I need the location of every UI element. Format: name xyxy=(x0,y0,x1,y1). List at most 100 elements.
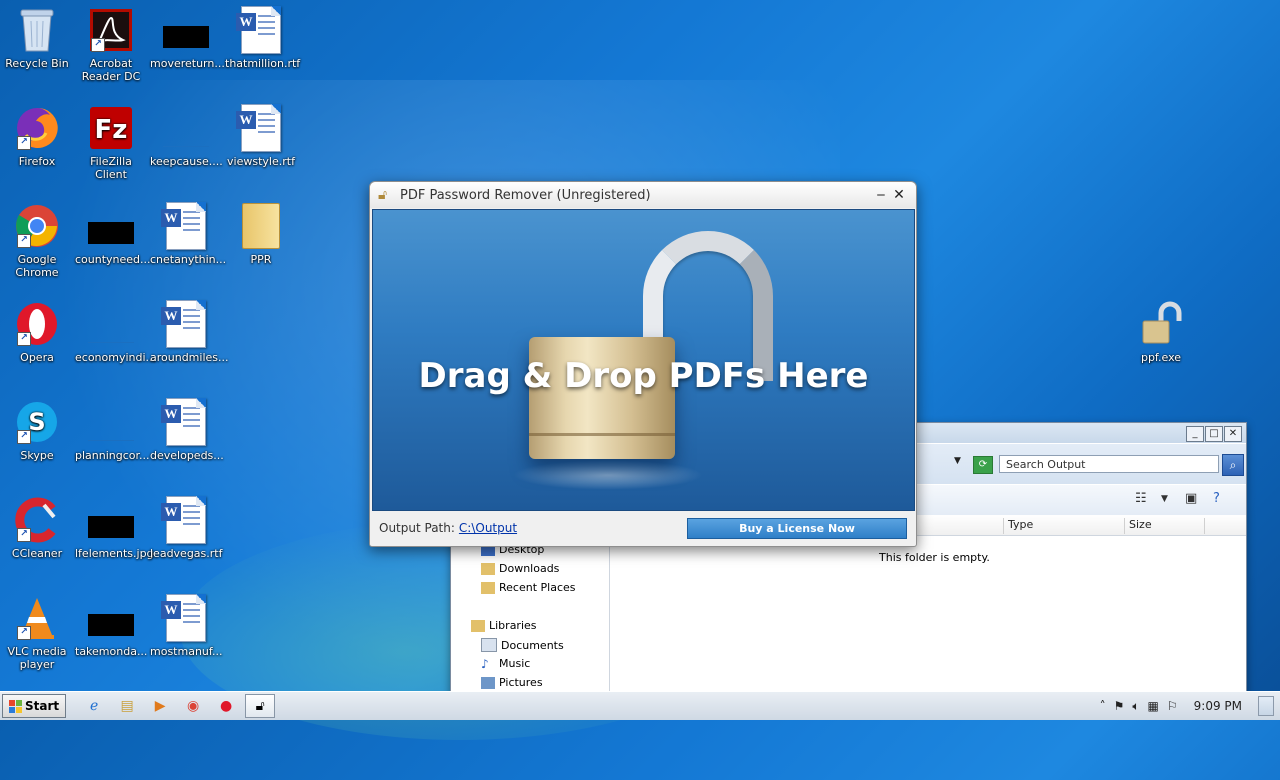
file-explorer-icon[interactable]: ▤ xyxy=(113,695,141,717)
shortcut-arrow-icon: ↗ xyxy=(17,234,31,248)
image-file-icon xyxy=(162,6,210,54)
desktop-icon-leadvegas[interactable]: W leadvegas.rtf xyxy=(149,496,223,560)
shortcut-arrow-icon: ↗ xyxy=(17,528,31,542)
clock[interactable]: 9:09 PM xyxy=(1194,699,1242,713)
desktop-icon-keepcause[interactable]: keepcause.... xyxy=(149,104,223,168)
close-button[interactable]: ✕ xyxy=(1224,426,1242,442)
nav-label: Documents xyxy=(501,638,564,652)
padlock-icon xyxy=(1137,300,1185,348)
chrome-icon: ↗ xyxy=(13,202,61,250)
desktop-icon-developeds[interactable]: W developeds... xyxy=(149,398,224,462)
refresh-icon[interactable]: ⟳ xyxy=(973,456,993,474)
nav-label: Libraries xyxy=(489,619,537,632)
show-hidden-icons-icon[interactable]: ˄ xyxy=(1100,699,1106,713)
folder-icon xyxy=(237,202,285,250)
desktop-icon-skype[interactable]: S ↗ Skype xyxy=(0,398,74,462)
icon-label: viewstyle.rtf xyxy=(227,155,295,168)
desktop-icon-mostmanuf[interactable]: W mostmanuf... xyxy=(149,594,223,658)
desktop-icon-aroundmiles[interactable]: W aroundmiles... xyxy=(149,300,229,364)
desktop-icon-ppr[interactable]: PPR xyxy=(224,202,298,266)
column-type[interactable]: Type xyxy=(1003,518,1033,534)
preview-pane-icon[interactable]: ▣ xyxy=(1185,491,1197,506)
icon-label: countyneed... xyxy=(75,253,151,266)
word-doc-icon: W xyxy=(161,496,210,544)
pdf-drop-zone[interactable]: Drag & Drop PDFs Here xyxy=(372,209,915,511)
output-bar: Output Path: C:\Output Buy a License Now xyxy=(370,516,916,540)
desktop-icon-ppf-exe[interactable]: ppf.exe xyxy=(1124,300,1198,364)
volume-icon[interactable]: 🔈︎ xyxy=(1132,699,1139,714)
view-options-icon[interactable]: ☷ xyxy=(1135,491,1147,506)
image-file-icon xyxy=(87,496,135,544)
word-doc-icon: W xyxy=(236,6,285,54)
chrome-taskbar-icon[interactable]: ◉ xyxy=(179,695,207,717)
desktop-icon-planningcor[interactable]: planningcor... xyxy=(74,398,150,462)
help-icon[interactable]: ? xyxy=(1213,491,1220,506)
icon-label: planningcor... xyxy=(75,449,150,462)
desktop-icon-acrobat[interactable]: ↗ Acrobat Reader DC xyxy=(74,6,148,83)
desktop-icon-vlc[interactable]: ↗ VLC media player xyxy=(0,594,74,671)
minimize-button[interactable]: _ xyxy=(1186,426,1204,442)
desktop-icon-recycle-bin[interactable]: Recycle Bin xyxy=(0,6,74,70)
close-button[interactable]: ✕ xyxy=(890,187,908,203)
word-doc-icon: W xyxy=(161,300,210,348)
nav-item-documents[interactable]: Documents xyxy=(481,638,564,652)
nav-item-downloads[interactable]: Downloads xyxy=(481,562,559,575)
desktop-icon-lfelements[interactable]: lfelements.jpg xyxy=(74,496,154,560)
nav-item-music[interactable]: ♪ Music xyxy=(481,657,530,670)
start-label: Start xyxy=(25,699,60,713)
desktop-icon-economyindi[interactable]: economyindi... xyxy=(74,300,156,364)
flag-icon[interactable]: ⚐ xyxy=(1167,699,1178,713)
show-desktop-button[interactable] xyxy=(1258,696,1274,716)
buy-license-button[interactable]: Buy a License Now xyxy=(687,517,907,539)
word-doc-icon: W xyxy=(161,594,210,642)
search-input[interactable]: Search Output xyxy=(999,455,1219,473)
recent-places-icon xyxy=(481,581,495,594)
desktop-icon-firefox[interactable]: ↗ Firefox xyxy=(0,104,74,168)
desktop-icon-ccleaner[interactable]: ↗ CCleaner xyxy=(0,496,74,560)
maximize-button[interactable]: □ xyxy=(1205,426,1223,442)
nav-item-libraries[interactable]: Libraries xyxy=(471,619,537,632)
downloads-folder-icon xyxy=(481,562,495,575)
nav-item-recent-places[interactable]: Recent Places xyxy=(481,581,576,594)
chevron-down-icon[interactable]: ▼ xyxy=(1161,494,1168,504)
minimize-button[interactable]: ‒ xyxy=(872,187,890,203)
pdf-password-remover-taskbar-icon[interactable]: 🔓︎ xyxy=(245,694,276,718)
start-button[interactable]: Start xyxy=(2,694,67,718)
desktop-icon-viewstyle[interactable]: W viewstyle.rtf xyxy=(224,104,298,168)
desktop-icon-cnetanythin[interactable]: W cnetanythin... xyxy=(149,202,226,266)
action-center-icon[interactable]: ⚑ xyxy=(1114,699,1125,713)
icon-label: mostmanuf... xyxy=(150,645,223,658)
column-size[interactable]: Size xyxy=(1124,518,1152,534)
media-player-icon[interactable]: ▶ xyxy=(146,695,174,717)
nav-label: Music xyxy=(499,657,531,670)
internet-explorer-icon[interactable]: ℯ xyxy=(80,695,108,717)
column-extra[interactable] xyxy=(1204,518,1209,534)
padlock-icon: 🔓︎ xyxy=(378,187,388,203)
network-icon[interactable]: ▦ xyxy=(1148,699,1159,713)
icon-label: thatmillion.rtf xyxy=(225,57,301,70)
app-titlebar[interactable]: 🔓︎ PDF Password Remover (Unregistered) ‒… xyxy=(370,182,916,208)
opera-taskbar-icon[interactable]: ● xyxy=(212,695,240,717)
icon-label: Firefox xyxy=(18,155,56,168)
desktop-icon-filezilla[interactable]: Fz FileZilla Client xyxy=(74,104,148,181)
search-icon[interactable]: ⌕ xyxy=(1222,454,1244,476)
nav-label: Pictures xyxy=(499,676,543,689)
desktop-icon-movereturn[interactable]: movereturn... xyxy=(149,6,225,70)
icon-label: FileZilla Client xyxy=(90,155,132,181)
shortcut-arrow-icon: ↗ xyxy=(17,626,31,640)
shortcut-arrow-icon: ↗ xyxy=(91,38,105,52)
desktop-icon-google-chrome[interactable]: ↗ Google Chrome xyxy=(0,202,74,279)
output-path-link[interactable]: C:\Output xyxy=(459,521,687,535)
icon-label: CCleaner xyxy=(11,547,63,560)
word-doc-icon: W xyxy=(236,104,285,152)
chevron-down-icon[interactable]: ▼ xyxy=(954,456,961,466)
desktop-icon-thatmillion[interactable]: W thatmillion.rtf xyxy=(224,6,301,70)
desktop-icon-opera[interactable]: ↗ Opera xyxy=(0,300,74,364)
acrobat-icon: ↗ xyxy=(87,6,135,54)
nav-item-pictures[interactable]: Pictures xyxy=(481,676,543,689)
shortcut-arrow-icon: ↗ xyxy=(17,136,31,150)
desktop-icon-countyneed[interactable]: countyneed... xyxy=(74,202,151,266)
icon-label: Skype xyxy=(20,449,54,462)
desktop-icon-takemonda[interactable]: takemonda... xyxy=(74,594,148,658)
empty-folder-message: This folder is empty. xyxy=(879,551,990,564)
